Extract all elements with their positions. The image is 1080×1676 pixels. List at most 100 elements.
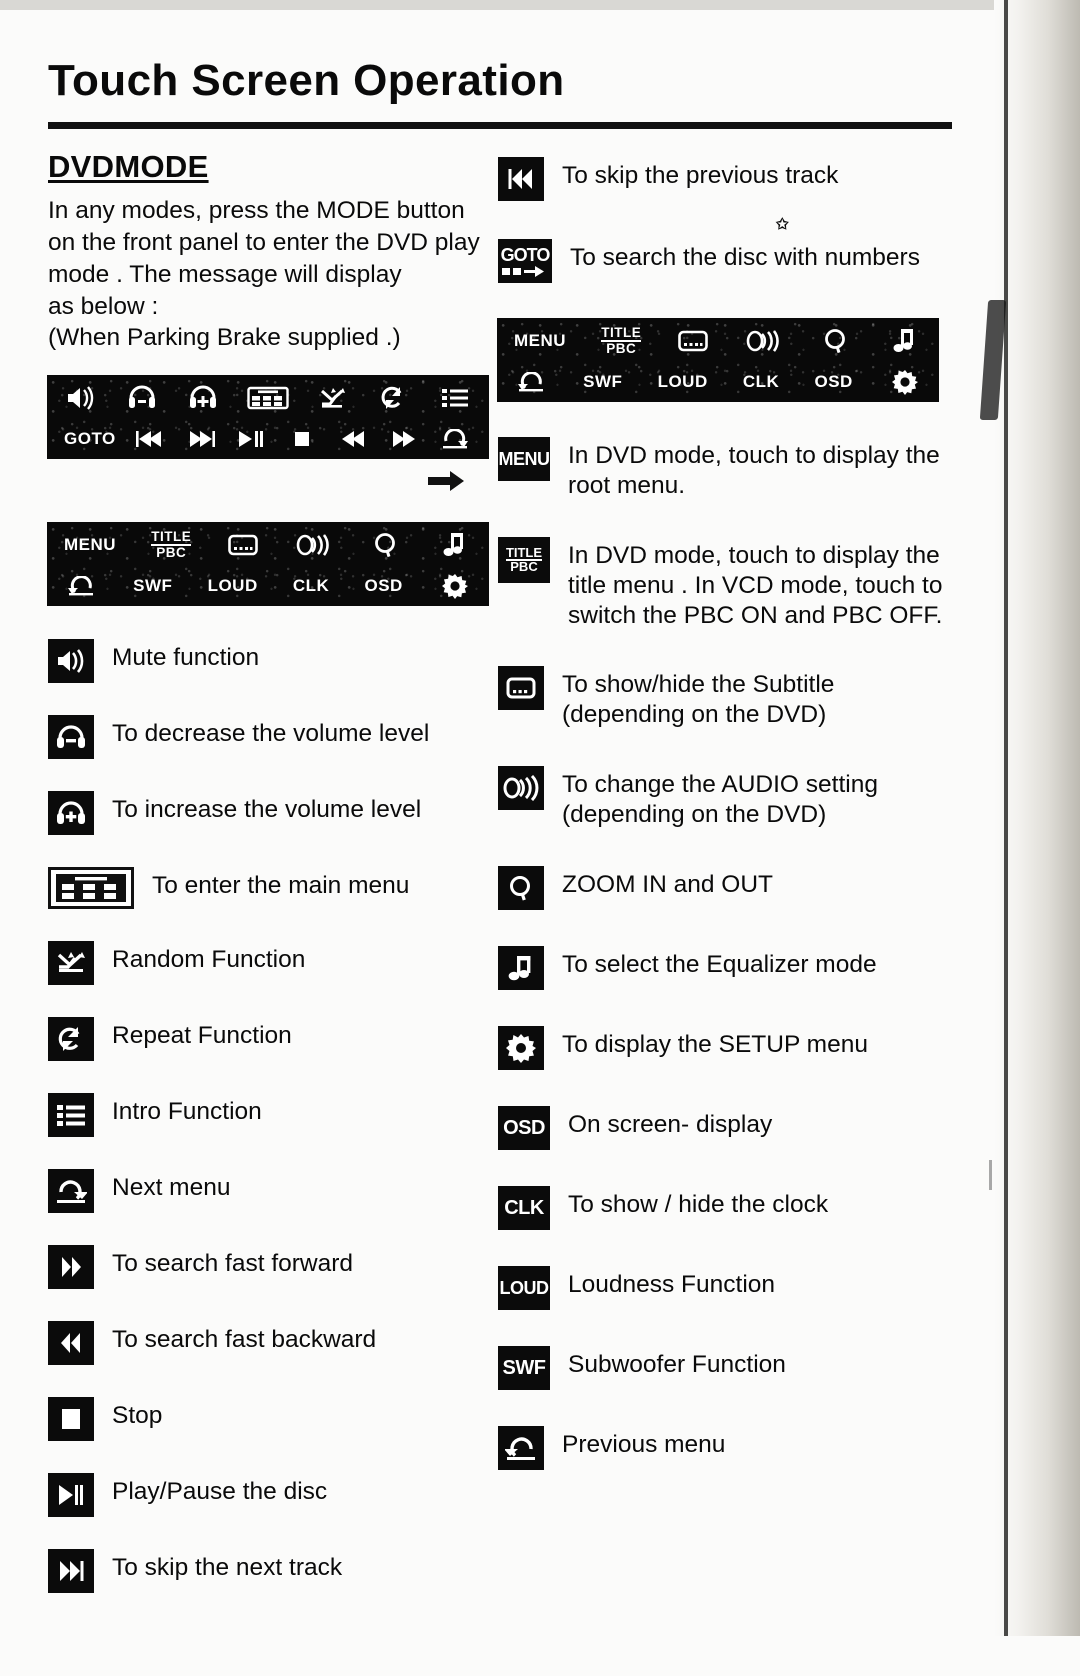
legend-text: To change the AUDIO setting (depending o… bbox=[562, 771, 878, 828]
subtitle-icon bbox=[226, 528, 260, 562]
setup-icon bbox=[498, 1025, 544, 1070]
repeat-icon bbox=[377, 381, 411, 415]
setup-icon bbox=[888, 365, 922, 399]
intro-line-4: as below : bbox=[48, 292, 159, 320]
legend-text: To skip the previous track bbox=[562, 162, 839, 189]
loud-label: LOUD bbox=[657, 372, 708, 391]
play-pause-icon bbox=[234, 422, 268, 456]
volume-up-icon bbox=[186, 381, 220, 415]
legend-text: Mute function bbox=[112, 644, 260, 672]
menu-icon: MENU bbox=[498, 437, 550, 481]
legend-text: Play/Pause the disc bbox=[112, 1478, 328, 1506]
legend-item-next-track: To skip the next track bbox=[48, 1549, 480, 1594]
legend-item-volume-down: To decrease the volume level bbox=[48, 715, 480, 760]
volume-up-icon bbox=[48, 791, 94, 836]
legend-item-stop: Stop bbox=[48, 1397, 480, 1442]
mute-icon bbox=[48, 639, 94, 684]
volume-down-icon bbox=[125, 381, 159, 415]
zoom-icon bbox=[498, 865, 544, 910]
legend-item-loud: LOUD Loudness Function bbox=[498, 1265, 980, 1310]
legend-item-title-pbc: TITLE PBC In DVD mode, touch to display … bbox=[498, 536, 980, 631]
stop-icon bbox=[48, 1397, 94, 1442]
legend-item-goto: GOTO To search the disc with numbers bbox=[498, 239, 980, 283]
legend-item-previous-menu: Previous menu bbox=[498, 1425, 980, 1470]
legend-text: In DVD mode, touch to display the title … bbox=[568, 541, 943, 629]
legend-item-fast-backward: To search fast backward bbox=[48, 1321, 480, 1366]
clk-label: CLK bbox=[292, 576, 330, 596]
legend-text: Subwoofer Function bbox=[568, 1350, 786, 1378]
legend-item-repeat: Repeat Function bbox=[48, 1017, 480, 1062]
legend-item-intro: Intro Function bbox=[48, 1093, 480, 1138]
legend-text: Next menu bbox=[112, 1174, 231, 1202]
menu-bar-row-2: SWF LOUD CLK OSD bbox=[498, 363, 938, 401]
fast-backward-icon bbox=[48, 1321, 94, 1366]
playback-bar-mockup: GOTO bbox=[48, 376, 488, 459]
legend-text: Loudness Function bbox=[568, 1270, 776, 1298]
legend-item-play-pause: Play/Pause the disc bbox=[48, 1473, 480, 1518]
previous-menu-icon bbox=[514, 365, 548, 399]
next-menu-icon bbox=[48, 1169, 94, 1214]
legend-text: ZOOM IN and OUT bbox=[562, 870, 774, 898]
legend-text: To display the SETUP menu bbox=[562, 1030, 868, 1058]
goto-icon: GOTO bbox=[498, 239, 552, 283]
next-track-icon bbox=[184, 422, 218, 456]
equalizer-icon bbox=[438, 528, 472, 562]
previous-track-icon bbox=[498, 157, 544, 201]
page-title: Touch Screen Operation bbox=[48, 56, 565, 105]
title-rule bbox=[48, 122, 952, 129]
osd-label: OSD bbox=[364, 576, 403, 596]
legend-text: Stop bbox=[112, 1402, 163, 1430]
page: Touch Screen Operation DVDMODE In any mo… bbox=[0, 0, 1000, 1676]
legend-text: To decrease the volume level bbox=[112, 720, 430, 748]
section-heading: DVDMODE bbox=[48, 149, 209, 184]
previous-track-icon bbox=[133, 422, 167, 456]
setup-icon bbox=[438, 569, 472, 603]
previous-menu-icon bbox=[498, 1425, 544, 1470]
play-pause-icon bbox=[48, 1473, 94, 1518]
legend-item-next-menu: Next menu bbox=[48, 1169, 480, 1214]
scan-artifact-mark: ✩ bbox=[776, 216, 789, 233]
playback-bar-row-1 bbox=[48, 376, 488, 420]
menu-bar-row-2: SWF LOUD CLK OSD bbox=[48, 567, 488, 605]
legend-item-equalizer: To select the Equalizer mode bbox=[498, 945, 980, 990]
legend-item-fast-forward: To search fast forward bbox=[48, 1245, 480, 1290]
subtitle-icon bbox=[498, 666, 544, 711]
clk-label: CLK bbox=[742, 372, 780, 391]
legend-text: On screen- display bbox=[568, 1110, 773, 1138]
legend-text: To show / hide the clock bbox=[568, 1190, 829, 1218]
intro-line-2: on the front panel to enter the DVD play bbox=[48, 228, 480, 256]
legend-text: To search fast backward bbox=[112, 1326, 377, 1354]
intro-line-5: (When Parking Brake supplied .) bbox=[48, 324, 401, 352]
menu-bar-row-1: MENU TITLE PBC bbox=[498, 319, 938, 363]
playback-bar-row-2: GOTO bbox=[48, 420, 488, 458]
zoom-icon bbox=[369, 528, 403, 562]
audio-icon bbox=[746, 324, 784, 358]
title-pbc-icon: TITLE PBC bbox=[498, 536, 550, 583]
legend-item-main-menu: To enter the main menu bbox=[48, 867, 480, 910]
pbc-text: PBC bbox=[510, 558, 538, 574]
audio-icon bbox=[296, 528, 334, 562]
two-column-layout: DVDMODE In any modes, press the MODE but… bbox=[0, 149, 1000, 1625]
legend-item-subtitle: To show/hide the Subtitle (depending on … bbox=[498, 666, 980, 730]
legend-item-setup: To display the SETUP menu bbox=[498, 1025, 980, 1070]
legend-text: To select the Equalizer mode bbox=[562, 950, 877, 978]
equalizer-icon bbox=[498, 945, 544, 990]
intro-icon bbox=[48, 1093, 94, 1138]
left-legend-list: Mute function To decrease the volume lev… bbox=[48, 639, 480, 1594]
legend-text: To enter the main menu bbox=[152, 872, 410, 900]
legend-item-volume-up: To increase the volume level bbox=[48, 791, 480, 836]
pbc-label: PBC bbox=[606, 341, 637, 356]
main-menu-icon bbox=[48, 867, 134, 910]
intro-icon bbox=[438, 381, 472, 415]
legend-text: Random Function bbox=[112, 946, 306, 974]
menu-bar-row-1: MENU TITLE PBC bbox=[48, 523, 488, 567]
swf-label: SWF bbox=[133, 576, 173, 596]
title-pbc-label: TITLE PBC bbox=[151, 528, 192, 562]
left-column: DVDMODE In any modes, press the MODE but… bbox=[0, 149, 488, 1625]
loud-icon: LOUD bbox=[498, 1265, 550, 1310]
legend-text: To show/hide the Subtitle (depending on … bbox=[562, 671, 835, 729]
equalizer-icon bbox=[888, 324, 922, 358]
random-icon bbox=[316, 381, 350, 415]
repeat-icon bbox=[48, 1017, 94, 1062]
random-icon bbox=[48, 941, 94, 986]
